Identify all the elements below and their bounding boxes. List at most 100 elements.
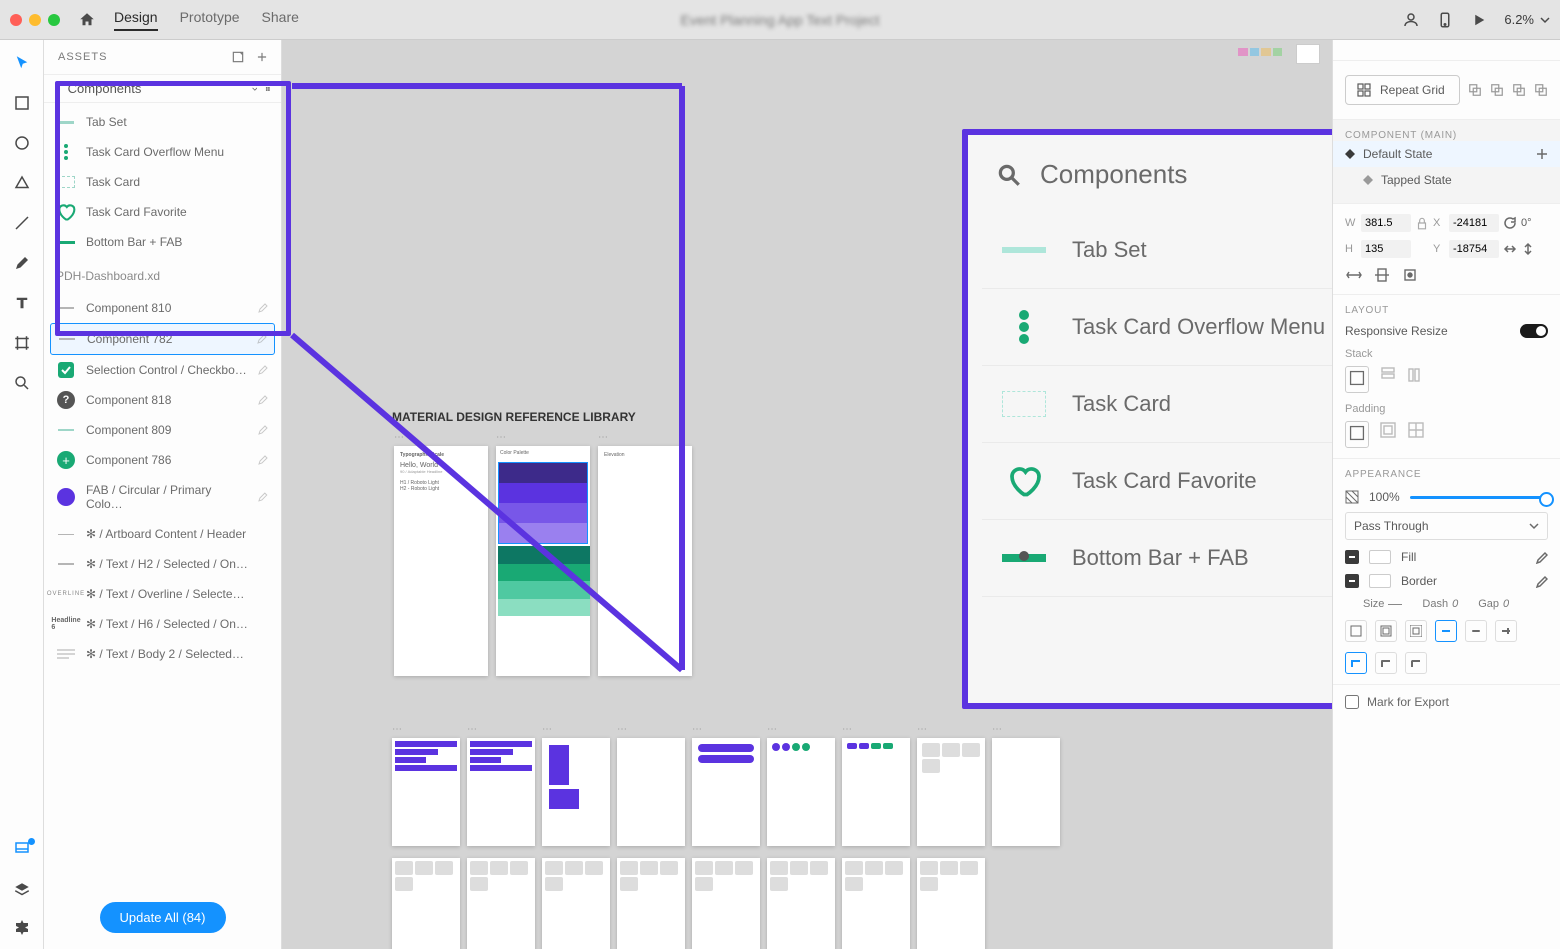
fill-swatch[interactable] <box>1369 550 1391 564</box>
edit-icon[interactable] <box>257 394 269 406</box>
edit-icon[interactable] <box>257 364 269 376</box>
cap-round-icon[interactable] <box>1465 620 1487 642</box>
artboard[interactable] <box>917 738 985 846</box>
artboard-menu-icon[interactable]: ⋯ <box>598 432 608 443</box>
fill-toggle[interactable] <box>1345 550 1359 564</box>
artboard[interactable] <box>692 858 760 949</box>
play-icon[interactable] <box>1470 11 1488 29</box>
border-toggle[interactable] <box>1345 574 1359 588</box>
stroke-align-outer-icon[interactable] <box>1405 620 1427 642</box>
repeat-grid-button[interactable]: Repeat Grid <box>1345 75 1460 105</box>
artboard-menu-icon[interactable]: ⋯ <box>692 724 702 735</box>
maximize-window-icon[interactable] <box>48 14 60 26</box>
line-tool-icon[interactable] <box>13 214 31 232</box>
edit-icon[interactable] <box>256 333 268 345</box>
edit-icon[interactable] <box>257 491 269 503</box>
component-item[interactable]: ✻ / Artboard Content / Header <box>50 519 275 549</box>
grid-view-icon[interactable] <box>265 82 271 96</box>
plugins-panel-icon[interactable] <box>13 917 31 935</box>
edit-icon[interactable] <box>257 302 269 314</box>
component-item[interactable]: Component 810 <box>50 293 275 323</box>
zoom-component-item[interactable]: Task Card Favorite <box>982 443 1332 520</box>
layers-panel-icon[interactable] <box>13 881 31 899</box>
artboard-menu-icon[interactable]: ⋯ <box>767 724 777 735</box>
bool-exclude-icon[interactable] <box>1534 83 1548 97</box>
zoom-component-item[interactable]: Task Card Overflow Menu <box>982 289 1332 366</box>
artboard[interactable]: Elevation <box>598 446 692 676</box>
rectangle-tool-icon[interactable] <box>13 94 31 112</box>
artboard-tool-icon[interactable] <box>13 334 31 352</box>
component-item[interactable]: Component 809 <box>50 415 275 445</box>
artboard[interactable] <box>767 738 835 846</box>
assets-panel-icon[interactable] <box>13 840 31 863</box>
edit-icon[interactable] <box>257 424 269 436</box>
padding-toggle-icon[interactable] <box>1345 421 1369 448</box>
lock-aspect-icon[interactable] <box>1415 216 1429 230</box>
artboard-menu-icon[interactable]: ⋯ <box>392 724 402 735</box>
join-miter-icon[interactable] <box>1345 652 1367 674</box>
scroll-v-icon[interactable] <box>1373 266 1391 284</box>
artboard[interactable] <box>617 858 685 949</box>
component-item[interactable]: Component 782 <box>50 323 275 355</box>
home-icon[interactable] <box>78 11 96 29</box>
artboard-menu-icon[interactable]: ⋯ <box>917 724 927 735</box>
artboard[interactable] <box>542 858 610 949</box>
tab-design[interactable]: Design <box>114 9 158 31</box>
bool-intersect-icon[interactable] <box>1512 83 1526 97</box>
join-bevel-icon[interactable] <box>1405 652 1427 674</box>
component-item[interactable]: ?Component 818 <box>50 385 275 415</box>
component-item[interactable]: ✻ / Text / H2 / Selected / On… <box>50 549 275 579</box>
flip-v-icon[interactable] <box>1521 242 1535 256</box>
artboard[interactable] <box>542 738 610 846</box>
responsive-toggle[interactable] <box>1520 324 1548 338</box>
artboard[interactable] <box>917 858 985 949</box>
fixed-pos-icon[interactable] <box>1401 266 1419 284</box>
stroke-align-inner-icon[interactable] <box>1345 620 1367 642</box>
flip-h-icon[interactable] <box>1503 242 1517 256</box>
blend-mode-select[interactable]: Pass Through <box>1345 512 1548 540</box>
update-all-button[interactable]: Update All (84) <box>100 902 226 933</box>
zoom-level[interactable]: 6.2% <box>1504 12 1550 27</box>
edit-icon[interactable] <box>257 454 269 466</box>
chevron-down-icon[interactable] <box>252 82 258 96</box>
artboard[interactable] <box>992 738 1060 846</box>
component-item[interactable]: +Component 786 <box>50 445 275 475</box>
artboard[interactable] <box>392 738 460 846</box>
border-swatch[interactable] <box>1369 574 1391 588</box>
zoom-component-item[interactable]: Tab Set <box>982 212 1332 289</box>
y-input[interactable] <box>1449 240 1499 258</box>
width-input[interactable] <box>1361 214 1411 232</box>
component-item[interactable]: FAB / Circular / Primary Colo… <box>50 475 275 519</box>
library-icon[interactable] <box>231 50 245 64</box>
state-default[interactable]: Default State <box>1333 141 1560 167</box>
component-item[interactable]: Bottom Bar + FAB <box>50 227 275 257</box>
cap-butt-icon[interactable] <box>1435 620 1457 642</box>
assets-search-input[interactable] <box>68 81 244 96</box>
zoom-tool-icon[interactable] <box>13 374 31 392</box>
minimap-icon[interactable] <box>1296 44 1320 64</box>
component-item[interactable]: OVERLINE✻ / Text / Overline / Selecte… <box>50 579 275 609</box>
padding-same-icon[interactable] <box>1379 421 1397 439</box>
component-item[interactable]: Selection Control / Checkbo… <box>50 355 275 385</box>
export-checkbox[interactable] <box>1345 695 1359 709</box>
zoom-component-list[interactable]: Tab Set Task Card Overflow Menu Task Car… <box>968 208 1332 601</box>
opacity-slider[interactable] <box>1410 496 1548 499</box>
artboard[interactable] <box>392 858 460 949</box>
artboard[interactable] <box>692 738 760 846</box>
stack-v-icon[interactable] <box>1379 366 1397 384</box>
close-window-icon[interactable] <box>10 14 22 26</box>
artboard[interactable] <box>767 858 835 949</box>
artboard[interactable] <box>842 738 910 846</box>
artboard-menu-icon[interactable]: ⋯ <box>496 432 506 443</box>
artboard[interactable] <box>617 738 685 846</box>
component-item[interactable]: Task Card <box>50 167 275 197</box>
text-tool-icon[interactable] <box>13 294 31 312</box>
component-item[interactable]: Task Card Overflow Menu <box>50 137 275 167</box>
zoom-component-item[interactable]: Bottom Bar + FAB <box>982 520 1332 597</box>
artboard-menu-icon[interactable]: ⋯ <box>842 724 852 735</box>
artboard[interactable] <box>842 858 910 949</box>
artboard-menu-icon[interactable]: ⋯ <box>992 724 1002 735</box>
eyedropper-icon[interactable] <box>1534 550 1548 564</box>
polygon-tool-icon[interactable] <box>13 174 31 192</box>
artboard[interactable] <box>467 738 535 846</box>
